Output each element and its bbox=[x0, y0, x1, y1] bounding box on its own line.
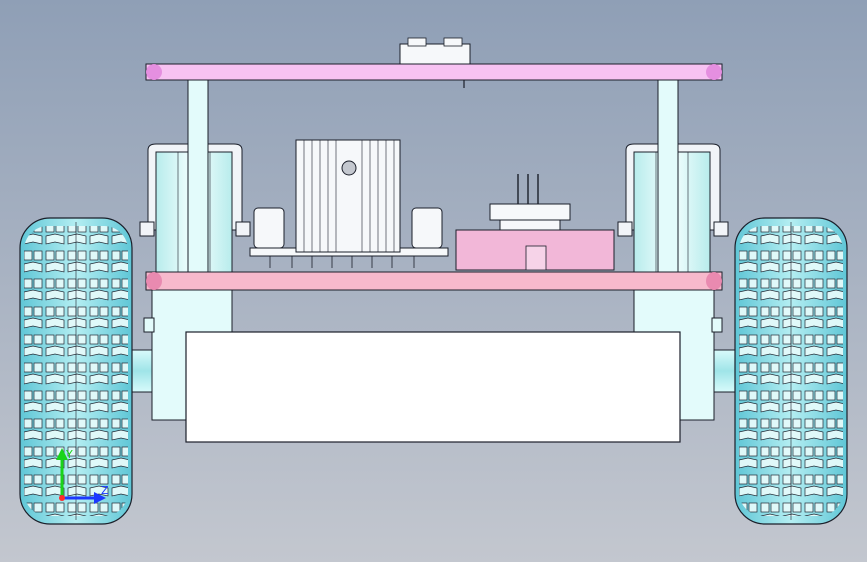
cad-viewport[interactable]: Y Z bbox=[0, 0, 867, 562]
left-wheel bbox=[19, 217, 133, 525]
left-standoff bbox=[187, 79, 209, 273]
robot-car-front-view: Y Z bbox=[0, 0, 867, 562]
right-standoff bbox=[657, 79, 679, 273]
usb-connector bbox=[525, 245, 547, 271]
terminal-block-right bbox=[411, 207, 443, 249]
top-plate-right-edge bbox=[706, 64, 722, 80]
bottom-plate-right-edge bbox=[706, 272, 722, 290]
top-plate-left-edge bbox=[146, 64, 162, 80]
heatsink bbox=[295, 139, 401, 253]
right-bracket-tab bbox=[711, 317, 723, 333]
battery-pack bbox=[185, 331, 681, 443]
bottom-plate-left-edge bbox=[146, 272, 162, 290]
right-wheel bbox=[734, 217, 848, 525]
heatsink-screw bbox=[341, 160, 357, 176]
z-axis-label: Z bbox=[101, 484, 109, 497]
terminal-block-left bbox=[253, 207, 285, 249]
triad-origin bbox=[59, 495, 65, 501]
y-axis-label: Y bbox=[65, 448, 73, 461]
top-sensor-board bbox=[399, 43, 471, 65]
bottom-plate bbox=[145, 271, 723, 291]
left-bracket-tab bbox=[143, 317, 155, 333]
top-plate bbox=[145, 63, 723, 81]
sensor-breakout bbox=[489, 203, 571, 221]
